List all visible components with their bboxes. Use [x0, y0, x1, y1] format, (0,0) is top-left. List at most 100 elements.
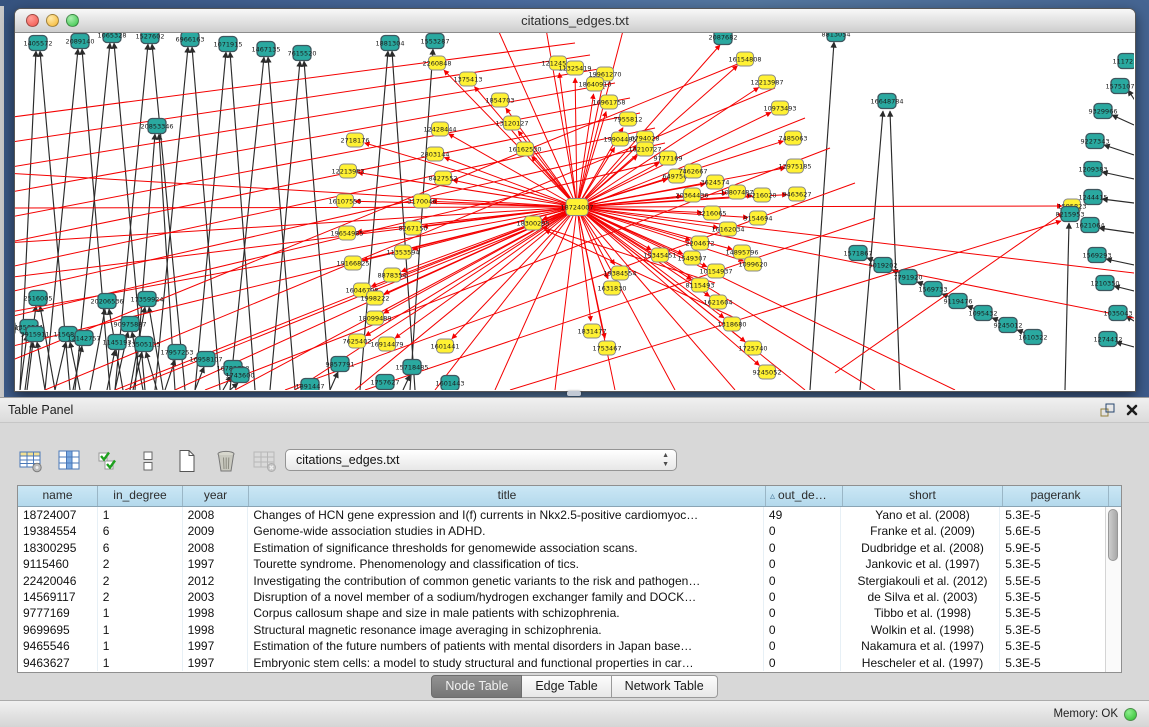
cell-year[interactable]: 2008: [183, 507, 249, 523]
cell-in_degree[interactable]: 1: [98, 622, 183, 638]
column-visibility-icon[interactable]: [55, 447, 85, 475]
cell-in_degree[interactable]: 1: [98, 655, 183, 671]
table-row[interactable]: 977716911998Corpus callosum shape and si…: [18, 605, 1106, 621]
cell-out_degree[interactable]: 0: [764, 540, 841, 556]
graph-edge[interactable]: [577, 207, 690, 240]
cell-year[interactable]: 1997: [183, 638, 249, 654]
cell-in_degree[interactable]: 6: [98, 523, 183, 539]
graph-edge[interactable]: [1104, 145, 1134, 155]
cell-out_degree[interactable]: 0: [764, 605, 841, 621]
cell-pagerank[interactable]: 5.6E-5: [1000, 523, 1106, 539]
graph-edge[interactable]: [15, 207, 577, 208]
cell-name[interactable]: 9699695: [18, 622, 98, 638]
cell-out_degree[interactable]: 0: [764, 573, 841, 589]
cell-out_degree[interactable]: 0: [764, 523, 841, 539]
table-scrollbar-thumb[interactable]: [1108, 509, 1118, 561]
float-window-icon[interactable]: [1099, 402, 1115, 418]
table-row[interactable]: 1872400712008Changes of HCN gene express…: [18, 507, 1106, 523]
minimize-window-button[interactable]: [46, 14, 59, 27]
cell-short[interactable]: Hescheler et al. (1997): [841, 655, 1001, 671]
deselect-all-rows-icon[interactable]: [133, 447, 163, 475]
graph-edge[interactable]: [1112, 115, 1134, 125]
network-graph[interactable]: 1872400727181761221398316107553196549851…: [15, 33, 1134, 390]
cell-in_degree[interactable]: 2: [98, 573, 183, 589]
cell-title[interactable]: Structural magnetic resonance image aver…: [248, 622, 764, 638]
graph-edge[interactable]: [810, 42, 834, 390]
cell-pagerank[interactable]: 5.3E-5: [1000, 556, 1106, 572]
cell-out_degree[interactable]: 0: [764, 589, 841, 605]
cell-short[interactable]: Franke et al. (2009): [841, 523, 1001, 539]
graph-edge[interactable]: [577, 207, 724, 318]
cell-out_degree[interactable]: 0: [764, 556, 841, 572]
graph-edge[interactable]: [577, 94, 594, 207]
graph-edge[interactable]: [268, 57, 295, 390]
cell-out_degree[interactable]: 49: [764, 507, 841, 523]
cell-year[interactable]: 2008: [183, 540, 249, 556]
cell-short[interactable]: Dudbridge et al. (2008): [841, 540, 1001, 556]
cell-pagerank[interactable]: 5.3E-5: [1000, 655, 1106, 671]
table-settings-icon[interactable]: [16, 447, 46, 475]
table-row[interactable]: 911546021997Tourette syndrome. Phenomeno…: [18, 556, 1106, 572]
column-header-short[interactable]: short: [843, 486, 1003, 506]
table-selector-dropdown[interactable]: citations_edges.txt ▲▼: [285, 449, 677, 471]
select-all-rows-icon[interactable]: [94, 447, 124, 475]
column-header-year[interactable]: year: [183, 486, 249, 506]
cell-title[interactable]: Embryonic stem cells: a model to study s…: [248, 655, 764, 671]
cell-name[interactable]: 9777169: [18, 605, 98, 621]
graph-edge[interactable]: [90, 309, 105, 390]
table-row[interactable]: 1830029562008Estimation of significance …: [18, 540, 1106, 556]
graph-edge[interactable]: [577, 207, 955, 390]
cell-title[interactable]: Changes of HCN gene expression and I(f) …: [248, 507, 764, 523]
cell-pagerank[interactable]: 5.3E-5: [1000, 507, 1106, 523]
cell-pagerank[interactable]: 5.5E-5: [1000, 573, 1106, 589]
graph-edge[interactable]: [55, 342, 66, 390]
cell-short[interactable]: Jankovic et al. (1997): [841, 556, 1001, 572]
cell-year[interactable]: 1998: [183, 622, 249, 638]
cell-in_degree[interactable]: 1: [98, 507, 183, 523]
cell-name[interactable]: 9465546: [18, 638, 98, 654]
graph-edge[interactable]: [304, 61, 330, 390]
cell-year[interactable]: 1997: [183, 556, 249, 572]
column-header-out_degree[interactable]: ▵out_de…: [766, 486, 843, 506]
tab-edge-table[interactable]: Edge Table: [522, 675, 611, 698]
column-header-in_degree[interactable]: in_degree: [98, 486, 183, 506]
cell-name[interactable]: 14569117: [18, 589, 98, 605]
graph-edge[interactable]: [73, 346, 82, 390]
cell-short[interactable]: Stergiakouli et al. (2012): [841, 573, 1001, 589]
graph-edge[interactable]: [365, 143, 577, 207]
graph-edge[interactable]: [413, 207, 577, 249]
cell-title[interactable]: Tourette syndrome. Phenomenology and cla…: [248, 556, 764, 572]
table-row[interactable]: 946554611997Estimation of the future num…: [18, 638, 1106, 654]
cell-pagerank[interactable]: 5.3E-5: [1000, 622, 1106, 638]
cell-out_degree[interactable]: 0: [764, 622, 841, 638]
graph-edge[interactable]: [1065, 223, 1069, 390]
cell-out_degree[interactable]: 0: [764, 638, 841, 654]
graph-edge[interactable]: [575, 78, 577, 207]
table-scrollbar[interactable]: [1105, 507, 1121, 672]
column-header-pagerank[interactable]: pagerank: [1003, 486, 1109, 506]
graph-edge[interactable]: [146, 352, 157, 390]
cell-pagerank[interactable]: 5.9E-5: [1000, 540, 1106, 556]
cell-short[interactable]: de Silva et al. (2003): [841, 589, 1001, 605]
network-canvas[interactable]: 1872400727181761221398316107553196549851…: [15, 33, 1135, 391]
graph-edge[interactable]: [1106, 259, 1134, 265]
table-row[interactable]: 969969511998Structural magnetic resonanc…: [18, 622, 1106, 638]
cell-short[interactable]: Tibbo et al. (1998): [841, 605, 1001, 621]
cell-year[interactable]: 2003: [183, 589, 249, 605]
cell-name[interactable]: 19384554: [18, 523, 98, 539]
new-file-icon[interactable]: [172, 447, 202, 475]
table-row[interactable]: 1938455462009Genome-wide association stu…: [18, 523, 1106, 539]
column-header-title[interactable]: title: [249, 486, 766, 506]
cell-year[interactable]: 1998: [183, 605, 249, 621]
cell-in_degree[interactable]: 1: [98, 638, 183, 654]
tab-network-table[interactable]: Network Table: [612, 675, 718, 698]
cell-year[interactable]: 2009: [183, 523, 249, 539]
network-window-titlebar[interactable]: citations_edges.txt: [15, 9, 1135, 33]
cell-short[interactable]: Wolkin et al. (1998): [841, 622, 1001, 638]
zoom-window-button[interactable]: [66, 14, 79, 27]
table-row[interactable]: 1456911722003Disruption of a novel membe…: [18, 589, 1106, 605]
cell-year[interactable]: 1997: [183, 655, 249, 671]
cell-in_degree[interactable]: 2: [98, 556, 183, 572]
cell-in_degree[interactable]: 6: [98, 540, 183, 556]
tab-node-table[interactable]: Node Table: [431, 675, 522, 698]
